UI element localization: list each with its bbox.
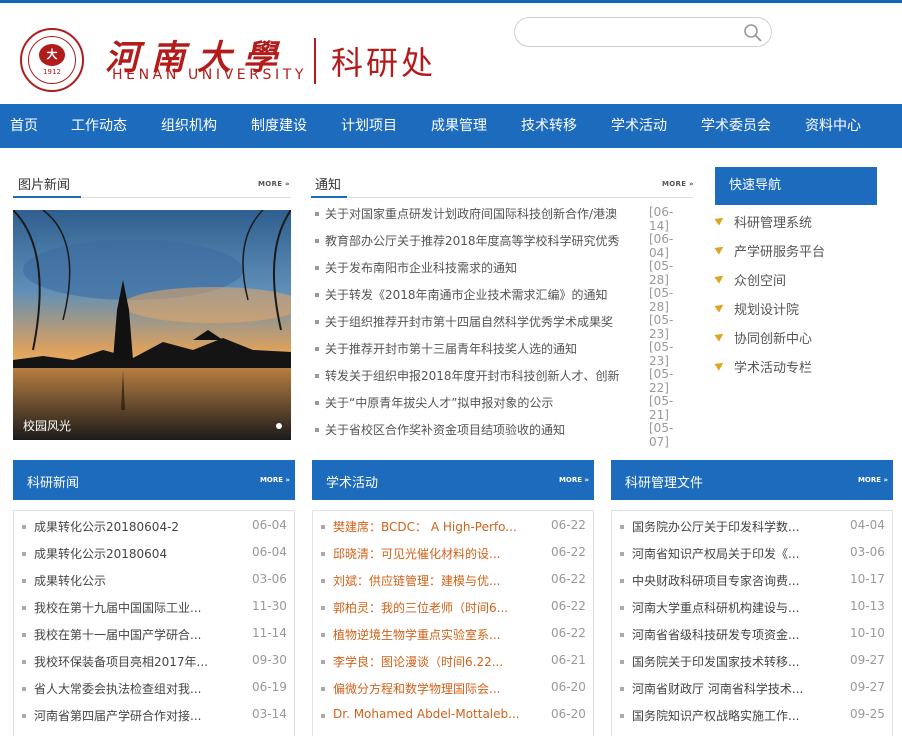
list-item[interactable]: 偏微分方程和数学物理国际会... 06-20 bbox=[321, 675, 591, 702]
nav-organization[interactable]: 组织机构 bbox=[161, 104, 217, 148]
list-item[interactable]: 成果转化公示20180604 06-04 bbox=[22, 540, 292, 567]
list-item[interactable]: Dr. Mohamed Abdel-Mottaleb... 06-20 bbox=[321, 702, 591, 729]
university-name-en: HENAN UNIVERSITY bbox=[112, 67, 308, 83]
seal-mark: 大 bbox=[39, 44, 65, 66]
list-item[interactable]: 河南省第四届产学研合作对接... 03-14 bbox=[22, 702, 292, 729]
search-icon[interactable] bbox=[743, 23, 763, 43]
notice-rule bbox=[347, 197, 693, 198]
nav-resources[interactable]: 资料中心 bbox=[805, 104, 861, 148]
list-item[interactable]: 邱晓清：可见光催化材料的设... 06-22 bbox=[321, 540, 591, 567]
list-item[interactable]: 国务院知识产权战略实施工作... 09-25 bbox=[620, 702, 890, 729]
notice-item[interactable]: 转发关于组织申报2018年度开封市科技创新人才、创新 [05-22] bbox=[313, 362, 693, 395]
list-item[interactable]: 刘斌：供应链管理：建模与优... 06-22 bbox=[321, 567, 591, 594]
list-item[interactable]: 李学良：图论漫谈（时间6.22... 06-21 bbox=[321, 648, 591, 675]
notice-item[interactable]: 关于“中原青年拔尖人才”拟申报对象的公示 [05-21] bbox=[313, 389, 693, 422]
list-item[interactable]: 我校在第十九届中国国际工业... 11-30 bbox=[22, 594, 292, 621]
notice-item[interactable]: 关于省校区合作奖补资金项目结项验收的通知 [05-07] bbox=[313, 416, 693, 449]
notice-item[interactable]: 关于转发《2018年南通市企业技术需求汇编》的通知 [05-28] bbox=[313, 281, 693, 314]
arrow-icon bbox=[714, 359, 726, 371]
nav-academic[interactable]: 学术活动 bbox=[611, 104, 667, 148]
department-name: 科研处 bbox=[331, 44, 437, 82]
list-item[interactable]: 国务院办公厅关于印发科学数... 04-04 bbox=[620, 513, 890, 540]
academic-activity-panel: 学术活动 MORE » 樊建席：BCDC： A High-Perfo... 06-… bbox=[312, 460, 594, 736]
nav-academic-committee[interactable]: 学术委员会 bbox=[701, 104, 771, 148]
list-item[interactable]: 我校环保装备项目亮相2017年... 09-30 bbox=[22, 648, 292, 675]
academic-more-link[interactable]: MORE » bbox=[559, 476, 589, 484]
photo-news-image[interactable] bbox=[13, 210, 291, 440]
notice-item[interactable]: 关于对国家重点研发计划政府间国际科技创新合作/港澳 [06-14] bbox=[313, 200, 693, 233]
documents-more-link[interactable]: MORE » bbox=[858, 476, 888, 484]
carousel-dot[interactable] bbox=[276, 423, 282, 429]
top-accent-bar bbox=[0, 0, 902, 3]
list-item[interactable]: 郭柏灵：我的三位老师（时间6... 06-22 bbox=[321, 594, 591, 621]
notice-underline bbox=[311, 196, 347, 198]
nav-tech-transfer[interactable]: 技术转移 bbox=[521, 104, 577, 148]
list-item[interactable]: 河南大学重点科研机构建设与... 10-13 bbox=[620, 594, 890, 621]
photo-news-more-link[interactable]: MORE » bbox=[258, 180, 290, 188]
search-box bbox=[514, 17, 772, 47]
header-divider bbox=[314, 38, 316, 84]
notice-title: 通知 bbox=[315, 178, 342, 193]
list-item[interactable]: 成果转化公示20180604-2 06-04 bbox=[22, 513, 292, 540]
arrow-icon bbox=[714, 214, 726, 226]
nav-achievements[interactable]: 成果管理 bbox=[431, 104, 487, 148]
arrow-icon bbox=[714, 330, 726, 342]
nav-work-news[interactable]: 工作动态 bbox=[71, 104, 127, 148]
search-input[interactable] bbox=[527, 22, 737, 42]
list-item[interactable]: 河南省知识产权局关于印发《... 03-06 bbox=[620, 540, 890, 567]
notice-more-link[interactable]: MORE » bbox=[662, 180, 694, 188]
photo-news-title: 图片新闻 bbox=[18, 178, 71, 193]
notice-item[interactable]: 关于组织推荐开封市第十四届自然科学优秀学术成果奖 [05-23] bbox=[313, 308, 693, 341]
list-item[interactable]: 成果转化公示 03-06 bbox=[22, 567, 292, 594]
management-documents-panel: 科研管理文件 MORE » 国务院办公厅关于印发科学数... 04-04 河南省知… bbox=[611, 460, 893, 736]
nav-home[interactable]: 首页 bbox=[10, 104, 38, 148]
photo-news-underline bbox=[13, 196, 81, 198]
arrow-icon bbox=[714, 301, 726, 313]
university-seal-logo[interactable]: 大 1912 bbox=[20, 28, 84, 92]
research-news-title: 科研新闻 bbox=[27, 476, 80, 491]
research-news-panel: 科研新闻 MORE » 成果转化公示20180604-2 06-04 成果转化公示… bbox=[13, 460, 295, 736]
research-news-more-link[interactable]: MORE » bbox=[260, 476, 290, 484]
list-item[interactable]: 河南省财政厅 河南省科学技术... 09-27 bbox=[620, 675, 890, 702]
photo-news-rule bbox=[81, 197, 291, 198]
list-item[interactable]: 河南省省级科技研发专项资金... 10-10 bbox=[620, 621, 890, 648]
photo-caption: 校园风光 bbox=[23, 419, 72, 433]
quick-nav-title: 快速导航 bbox=[715, 167, 877, 205]
seal-year: 1912 bbox=[43, 68, 61, 76]
main-nav: 首页 工作动态 组织机构 制度建设 计划项目 成果管理 技术转移 学术活动 学术… bbox=[0, 104, 902, 148]
documents-title: 科研管理文件 bbox=[625, 476, 704, 491]
nav-projects[interactable]: 计划项目 bbox=[341, 104, 397, 148]
list-item[interactable]: 省人大常委会执法检查组对我... 06-19 bbox=[22, 675, 292, 702]
nav-regulations[interactable]: 制度建设 bbox=[251, 104, 307, 148]
list-item[interactable]: 国务院关于印发国家技术转移... 09-27 bbox=[620, 648, 890, 675]
notice-item[interactable]: 教育部办公厅关于推荐2018年度高等学校科学研究优秀 [06-04] bbox=[313, 227, 693, 260]
notice-item[interactable]: 关于发布南阳市企业科技需求的通知 [05-28] bbox=[313, 254, 693, 287]
notice-item[interactable]: 关于推荐开封市第十三届青年科技奖人选的通知 [05-23] bbox=[313, 335, 693, 368]
list-item[interactable]: 我校在第十一届中国产学研合... 11-14 bbox=[22, 621, 292, 648]
academic-title: 学术活动 bbox=[326, 476, 379, 491]
arrow-icon bbox=[714, 243, 726, 255]
arrow-icon bbox=[714, 272, 726, 284]
list-item[interactable]: 中央财政科研项目专家咨询费... 10-17 bbox=[620, 567, 890, 594]
list-item[interactable]: 植物逆境生物学重点实验室系... 06-22 bbox=[321, 621, 591, 648]
list-item[interactable]: 樊建席：BCDC： A High-Perfo... 06-22 bbox=[321, 513, 591, 540]
